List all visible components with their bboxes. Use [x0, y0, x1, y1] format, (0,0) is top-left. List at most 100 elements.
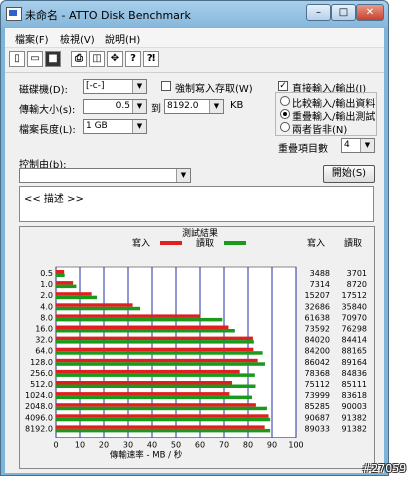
- col-header-write: 寫入: [307, 237, 325, 249]
- save-icon[interactable]: ■: [45, 51, 61, 67]
- bar-write: [56, 358, 258, 363]
- menu-view[interactable]: 檢視(V): [60, 31, 95, 46]
- x-tick-label: 20: [99, 441, 109, 450]
- x-tick-label: 100: [288, 441, 303, 450]
- x-tick-label: 90: [267, 441, 277, 450]
- minimize-button[interactable]: –: [306, 4, 331, 21]
- bar-read: [56, 273, 65, 277]
- y-tick-label: 1024.0: [25, 391, 53, 400]
- direct-io-checkbox[interactable]: ✓: [278, 81, 288, 91]
- y-tick-label: 0.5: [40, 269, 53, 278]
- radio-neither[interactable]: [280, 122, 290, 132]
- start-button[interactable]: 開始(S): [323, 165, 375, 183]
- legend-read-swatch: [224, 241, 246, 245]
- radio-overlap[interactable]: [280, 109, 290, 119]
- app-icon: [6, 7, 22, 21]
- description-box[interactable]: << 描述 >>: [19, 186, 374, 222]
- radio-compare[interactable]: [280, 96, 290, 106]
- watermark: #27059: [362, 462, 407, 475]
- value-read: 85111: [342, 380, 367, 389]
- legend-read-label: 讀取: [196, 237, 214, 249]
- value-write: 75112: [305, 380, 330, 389]
- value-write: 78368: [305, 369, 330, 378]
- new-file-icon[interactable]: ▯: [9, 51, 25, 67]
- print-icon[interactable]: ⎙: [71, 51, 87, 67]
- bar-read: [56, 295, 98, 300]
- value-read: 84836: [342, 369, 367, 378]
- toolbar: ▯ ▭ ■ ⎙ ◫ ✥ ? ⁈: [5, 48, 384, 73]
- bar-read: [56, 373, 255, 377]
- value-read: 8720: [347, 280, 367, 289]
- legend-write-swatch: [160, 241, 182, 245]
- bar-write: [56, 303, 133, 307]
- value-write: 61638: [305, 313, 330, 322]
- force-write-label: 強制寫入存取(W): [175, 84, 253, 95]
- y-tick-label: 16.0: [35, 325, 53, 334]
- bar-read: [56, 428, 271, 433]
- results-panel: 測試結果 寫入 讀取 寫入 讀取 0 10 20 30 40 50 60 70 80 90 100 傳輸速率 -…: [19, 226, 375, 469]
- bar-read: [56, 417, 271, 422]
- value-read: 88165: [342, 347, 367, 356]
- bar-read: [56, 329, 235, 333]
- context-help-icon[interactable]: ⁈: [143, 51, 159, 67]
- bar-write: [56, 392, 230, 396]
- title-bar[interactable]: 未命名 - ATTO Disk Benchmark – □ ✕: [1, 1, 388, 27]
- file-length-label: 檔案長度(L):: [19, 125, 76, 136]
- y-tick-label: 4.0: [40, 302, 53, 311]
- bar-read: [56, 340, 254, 344]
- bar-write: [56, 381, 233, 385]
- bar-read: [56, 306, 140, 311]
- bar-write: [56, 314, 201, 318]
- force-write-checkbox[interactable]: [161, 81, 171, 91]
- open-folder-icon[interactable]: ▭: [27, 51, 43, 67]
- radio-neither-label: 兩者皆非(N): [292, 125, 348, 136]
- bar-write: [56, 270, 65, 274]
- value-read: 83618: [342, 391, 367, 400]
- print-preview-icon[interactable]: ◫: [89, 51, 105, 67]
- x-tick-label: 70: [219, 441, 229, 450]
- transfer-unit: KB: [230, 100, 244, 111]
- drive-select[interactable]: [-c-] ▼: [83, 79, 147, 94]
- bar-write: [56, 403, 256, 407]
- app-window: 未命名 - ATTO Disk Benchmark – □ ✕ 檔案(F) 檢視…: [0, 0, 389, 476]
- y-tick-label: 8.0: [40, 313, 53, 322]
- close-button[interactable]: ✕: [356, 4, 384, 21]
- chart-title: 測試結果: [182, 227, 218, 239]
- y-tick-label: 32.0: [35, 336, 53, 345]
- file-length-select[interactable]: 1 GB ▼: [83, 119, 147, 134]
- client-area: 檔案(F) 檢視(V) 說明(H) ▯ ▭ ■ ⎙ ◫ ✥ ? ⁈ 磁碟機(D)…: [5, 28, 384, 473]
- value-read: 84414: [342, 336, 367, 345]
- value-read: 91382: [342, 413, 367, 422]
- value-write: 90687: [305, 413, 330, 422]
- io-mode-group: 比較輸入/輸出資料 重疊輸入/輸出測試 兩者皆非(N): [275, 92, 377, 136]
- value-write: 86042: [305, 358, 330, 367]
- bar-read: [56, 351, 263, 355]
- move-icon[interactable]: ✥: [107, 51, 123, 67]
- menu-bar: 檔案(F) 檢視(V) 說明(H): [5, 28, 384, 48]
- value-read: 3701: [347, 269, 367, 278]
- maximize-button[interactable]: □: [331, 4, 356, 21]
- x-tick-label: 60: [195, 441, 205, 450]
- y-tick-label: 256.0: [30, 369, 53, 378]
- value-write: 15207: [305, 291, 330, 300]
- value-read: 17512: [342, 291, 367, 300]
- menu-help[interactable]: 說明(H): [105, 31, 140, 46]
- x-tick-label: 50: [171, 441, 181, 450]
- queue-depth-select[interactable]: 4 ▼: [341, 138, 375, 153]
- control-select[interactable]: ▼: [19, 168, 191, 183]
- help-icon[interactable]: ?: [125, 51, 141, 67]
- x-tick-label: 0: [53, 441, 58, 450]
- menu-file[interactable]: 檔案(F): [15, 31, 49, 46]
- bar-write: [56, 325, 229, 329]
- y-tick-label: 1.0: [40, 280, 53, 289]
- bar-read: [56, 284, 77, 289]
- y-tick-label: 64.0: [35, 347, 53, 356]
- chevron-down-icon: ▼: [209, 100, 223, 113]
- x-axis-label: 傳輸速率 - MB / 秒: [110, 450, 183, 461]
- transfer-to-label: 到: [151, 104, 161, 115]
- description-text: << 描述 >>: [24, 194, 84, 205]
- y-tick-label: 4096.0: [25, 413, 53, 422]
- bar-read: [56, 395, 252, 400]
- transfer-to-select[interactable]: 8192.0 ▼: [164, 99, 224, 114]
- transfer-from-select[interactable]: 0.5 ▼: [83, 99, 147, 114]
